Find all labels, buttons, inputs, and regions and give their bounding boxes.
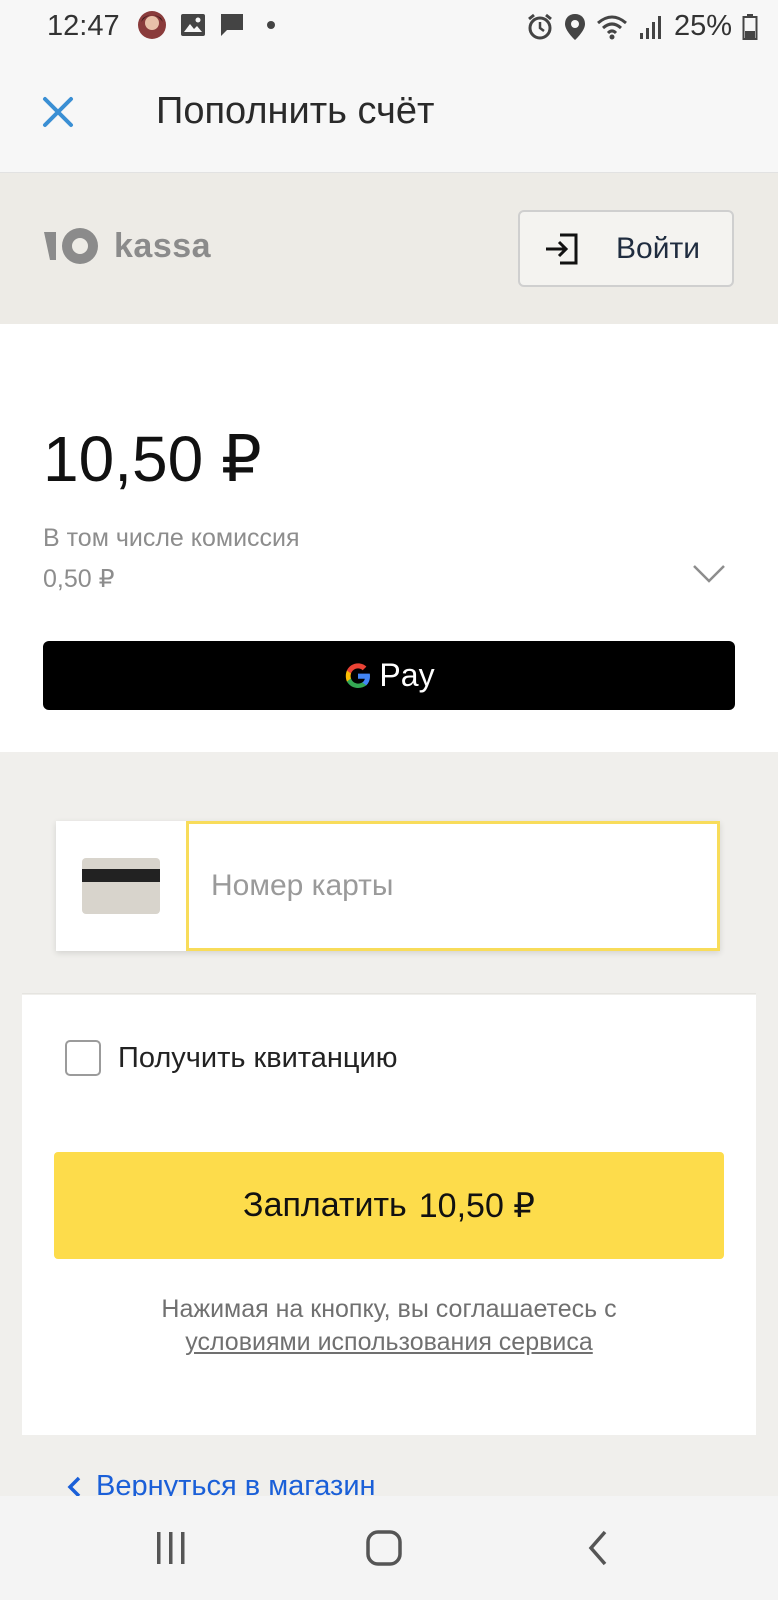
receipt-checkbox-row[interactable]: Получить квитанцию [65, 1040, 397, 1076]
commission-value: 0,50 ₽ [43, 565, 115, 593]
back-button[interactable] [573, 1526, 623, 1570]
bank-card-icon [82, 858, 160, 914]
chevron-down-icon [693, 565, 725, 583]
wifi-icon [596, 15, 627, 39]
notification-icons [137, 10, 284, 40]
pay-button-label: Заплатить [243, 1186, 407, 1224]
app-bar: Пополнить счёт [0, 52, 778, 173]
payment-amount: 10,50 ₽ [43, 423, 262, 495]
pay-button-amount: 10,50 ₽ [418, 1186, 535, 1225]
back-icon [588, 1530, 607, 1566]
receipt-checkbox[interactable] [65, 1040, 101, 1076]
card-number-input[interactable] [186, 821, 720, 951]
login-icon [546, 233, 578, 264]
google-pay-button[interactable]: Pay [43, 641, 735, 710]
login-label: Войти [616, 231, 700, 265]
kassa-logo: kassa [42, 226, 211, 266]
signal-icon [639, 15, 661, 39]
terms-notice: Нажимая на кнопку, вы соглашаетесь с усл… [22, 1293, 756, 1359]
payment-actions: Получить квитанцию Заплатить 10,50 ₽ Наж… [22, 995, 756, 1435]
payment-summary: 10,50 ₽ В том числе комиссия 0,50 ₽ Pay [0, 324, 778, 752]
status-time: 12:47 [47, 10, 120, 42]
commission-label: В том числе комиссия [43, 524, 300, 552]
page-title: Пополнить счёт [156, 90, 435, 132]
home-button[interactable] [359, 1526, 409, 1570]
alarm-icon [528, 13, 552, 39]
system-icons: 25% [526, 10, 758, 43]
login-button[interactable]: Войти [518, 210, 734, 287]
location-icon [564, 13, 585, 40]
pay-button[interactable]: Заплатить 10,50 ₽ [54, 1152, 724, 1259]
battery-percent: 25% [673, 10, 732, 42]
avatar-icon [138, 11, 166, 39]
message-icon [221, 14, 243, 36]
dot-icon [267, 21, 275, 29]
close-button[interactable] [40, 94, 76, 130]
receipt-label: Получить квитанцию [118, 1041, 398, 1074]
close-icon [43, 97, 73, 127]
home-icon [366, 1530, 402, 1566]
commission-expand-button[interactable] [692, 562, 726, 586]
kassa-logo-text: kassa [114, 226, 212, 265]
kassa-header: kassa Войти [0, 173, 778, 324]
card-stripe [82, 869, 160, 882]
card-number-box [56, 821, 720, 951]
recent-apps-icon [157, 1532, 185, 1564]
card-form [22, 776, 756, 994]
recent-apps-button[interactable] [146, 1526, 196, 1570]
gallery-icon [181, 14, 205, 36]
google-pay-label: Pay [379, 657, 435, 693]
terms-text: Нажимая на кнопку, вы соглашаетесь с [161, 1295, 617, 1323]
kassa-logo-icon [44, 228, 98, 264]
chevron-left-icon [67, 1476, 81, 1497]
google-g-icon [346, 662, 371, 688]
status-bar: 12:47 25% [0, 0, 778, 52]
system-nav-bar [0, 1496, 778, 1600]
battery-icon [742, 13, 758, 40]
terms-link[interactable]: условиями использования сервиса [22, 1326, 756, 1359]
